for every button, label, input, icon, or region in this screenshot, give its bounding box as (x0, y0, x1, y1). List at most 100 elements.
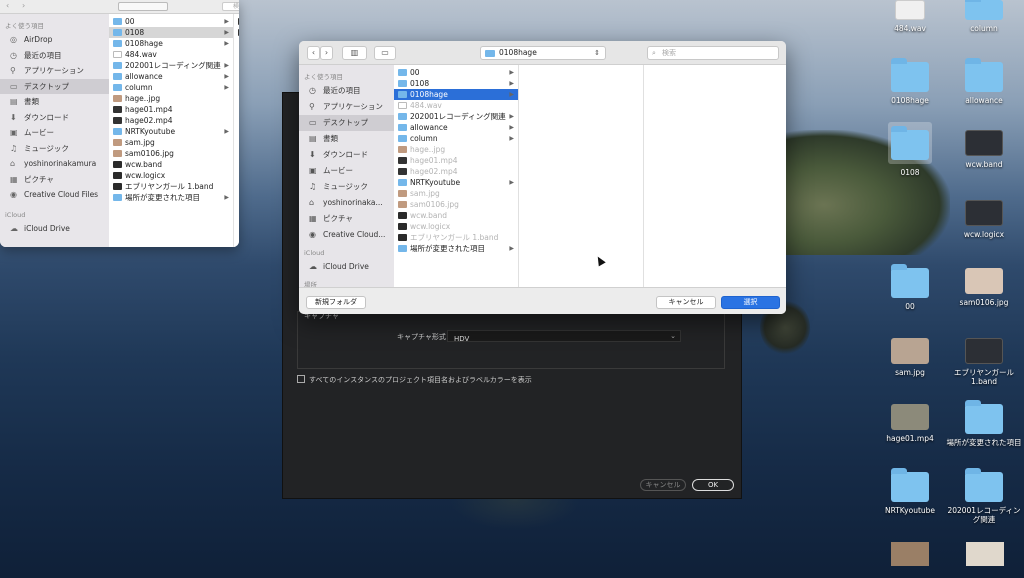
sidebar-item-movies[interactable]: ▣ ムービー (0, 125, 109, 141)
list-item[interactable]: hage02.mp4 (109, 115, 233, 126)
list-item[interactable]: 00 ▶ (394, 67, 518, 78)
list-item[interactable]: hage..jpg (109, 93, 233, 104)
sidebar-item-downloads[interactable]: ⬇ ダウンロード (0, 110, 109, 126)
select-button[interactable]: 選択 (721, 296, 780, 309)
sidebar-item-desktop[interactable]: ▭ デスクトップ (299, 115, 394, 131)
list-item[interactable]: sam.jpg (109, 137, 233, 148)
search-input[interactable]: 検索 (222, 2, 239, 11)
list-item[interactable]: 0108hage ▶ (394, 89, 518, 100)
sidebar-item-desktop[interactable]: ▭ デスクトップ (0, 78, 109, 94)
forward-button[interactable]: › (320, 46, 333, 60)
list-item[interactable]: NRTKchannel.mp4 (234, 27, 239, 38)
search-input[interactable]: ⌕ 検索 (647, 46, 779, 60)
desktop-item-column[interactable]: column (944, 0, 1024, 33)
sidebar-item-pictures[interactable]: ▦ ピクチャ (299, 211, 394, 227)
list-item[interactable]: wcw.logicx (109, 170, 233, 181)
sidebar-item-creative-cloud[interactable]: ◉ Creative Cloud Files (0, 187, 109, 203)
back-icon[interactable]: ‹ (6, 1, 9, 10)
list-item[interactable]: NRTKyoutube ▶ (109, 126, 233, 137)
sidebar-item-recents[interactable]: ◷ 最近の項目 (0, 48, 109, 64)
sidebar-item-applications[interactable]: ⚲ アプリケーション (0, 63, 109, 79)
desktop-item-wcw-logicx[interactable]: wcw.logicx (944, 200, 1024, 239)
desktop-item-0108hage[interactable]: 0108hage (870, 58, 950, 105)
sidebar-item-home[interactable]: ⌂ yoshinorinaka... (299, 195, 394, 211)
list-item[interactable]: hage02.mp4 (394, 166, 518, 177)
sidebar-item-movies[interactable]: ▣ ムービー (299, 163, 394, 179)
sidebar-item-downloads[interactable]: ⬇ ダウンロード (299, 147, 394, 163)
desktop-item-moved-items[interactable]: 場所が変更された項目 (944, 400, 1024, 447)
sidebar-item-documents[interactable]: ▤ 書類 (0, 94, 109, 110)
video-thumbnail-icon[interactable] (891, 542, 929, 566)
list-item[interactable]: 0108hage ▶ (109, 38, 233, 49)
sidebar-item-icloud-drive[interactable]: ☁ iCloud Drive (299, 259, 394, 275)
list-item[interactable]: 484.wav (109, 49, 233, 60)
sidebar-item-music[interactable]: ♫ ミュージック (0, 141, 109, 157)
view-mode-control[interactable] (118, 2, 168, 11)
desktop-item-0108[interactable]: 0108 (870, 122, 950, 177)
list-item[interactable]: NRTKyoutube ▶ (394, 177, 518, 188)
list-item-label: wcw.band (410, 211, 447, 220)
music-icon: ♫ (10, 143, 18, 153)
list-item[interactable]: sam0106.jpg (109, 148, 233, 159)
list-item[interactable]: sam0106.jpg (394, 199, 518, 210)
list-item[interactable]: IMG_1549.MOV (234, 16, 239, 27)
list-item[interactable]: hage..jpg (394, 144, 518, 155)
sidebar-item-music[interactable]: ♫ ミュージック (299, 179, 394, 195)
list-item[interactable]: エブリヤンガール 1.band (109, 181, 233, 192)
list-item[interactable]: 場所が変更された項目 ▶ (109, 192, 233, 203)
list-item[interactable]: wcw.band (394, 210, 518, 221)
cancel-button[interactable]: キャンセル (656, 296, 716, 309)
sidebar-item-home[interactable]: ⌂ yoshinorinakamura (0, 156, 109, 172)
desktop-item-allowance[interactable]: allowance (944, 58, 1024, 105)
list-item[interactable]: hage01.mp4 (394, 155, 518, 166)
sidebar-item-pictures[interactable]: ▦ ピクチャ (0, 172, 109, 188)
view-mode-button[interactable]: ▥ (342, 46, 367, 60)
forward-icon[interactable]: › (22, 1, 25, 10)
app-file-icon (398, 234, 407, 241)
sidebar-item-airdrop[interactable]: ◎ AirDrop (0, 32, 109, 48)
desktop-item-202001[interactable]: 202001レコーディング関連 (944, 468, 1024, 524)
list-item[interactable]: 202001レコーディング関連 ▶ (394, 111, 518, 122)
list-item[interactable]: エブリヤンガール 1.band (394, 232, 518, 243)
folder-icon (891, 468, 929, 502)
list-item-label: hage01.mp4 (410, 156, 458, 165)
desktop-item-sam0106-jpg[interactable]: sam0106.jpg (944, 268, 1024, 307)
list-item[interactable]: column ▶ (394, 133, 518, 144)
sidebar-item-recents[interactable]: ◷ 最近の項目 (299, 83, 394, 99)
capture-format-select[interactable]: HDV ⌄ (447, 330, 681, 343)
new-folder-toolbar-button[interactable]: ▭ (374, 46, 396, 60)
cancel-button[interactable]: キャンセル (640, 479, 686, 491)
sidebar-item-creative-cloud[interactable]: ◉ Creative Cloud... (299, 227, 394, 243)
list-item[interactable]: 00 ▶ (109, 16, 233, 27)
list-item[interactable]: 202001レコーディング関連 ▶ (109, 60, 233, 71)
desktop-item-nrtkyoutube[interactable]: NRTKyoutube (870, 468, 950, 515)
new-folder-button[interactable]: 新規フォルダ (306, 296, 366, 309)
list-item[interactable]: 484.wav (394, 100, 518, 111)
list-item[interactable]: hage01.mp4 (109, 104, 233, 115)
ok-button[interactable]: OK (692, 479, 734, 491)
list-item[interactable]: wcw.band (109, 159, 233, 170)
list-item[interactable]: 0108 ▶ (394, 78, 518, 89)
list-item[interactable]: allowance ▶ (394, 122, 518, 133)
desktop-item-hage01-mp4[interactable]: hage01.mp4 (870, 404, 950, 443)
desktop-item-00[interactable]: 00 (870, 264, 950, 311)
sidebar-item-documents[interactable]: ▤ 書類 (299, 131, 394, 147)
show-labels-checkbox[interactable] (297, 375, 305, 383)
list-item[interactable]: 0108 ▶ (109, 27, 233, 38)
list-item[interactable]: wcw.logicx (394, 221, 518, 232)
location-popup[interactable]: 0108hage ⇕ (480, 46, 606, 60)
desktop-item-wcw-band[interactable]: wcw.band (944, 130, 1024, 169)
list-item[interactable]: 場所が変更された項目 ▶ (394, 243, 518, 254)
sidebar-item-label: iCloud Drive (323, 262, 369, 271)
list-item[interactable]: column ▶ (109, 82, 233, 93)
list-item[interactable]: sam.jpg (394, 188, 518, 199)
image-thumbnail-icon[interactable] (966, 542, 1004, 566)
sidebar-item-icloud-drive[interactable]: ☁ iCloud Drive (0, 221, 109, 237)
desktop-item-484-wav[interactable]: 484.wav (870, 0, 950, 33)
back-button[interactable]: ‹ (307, 46, 320, 60)
desktop-item-sam-jpg[interactable]: sam.jpg (870, 338, 950, 377)
desktop-item-everyyoung-band[interactable]: エブリヤンガール 1.band (944, 338, 1024, 386)
column-view-icon: ▥ (350, 48, 359, 57)
list-item[interactable]: allowance ▶ (109, 71, 233, 82)
sidebar-item-applications[interactable]: ⚲ アプリケーション (299, 99, 394, 115)
